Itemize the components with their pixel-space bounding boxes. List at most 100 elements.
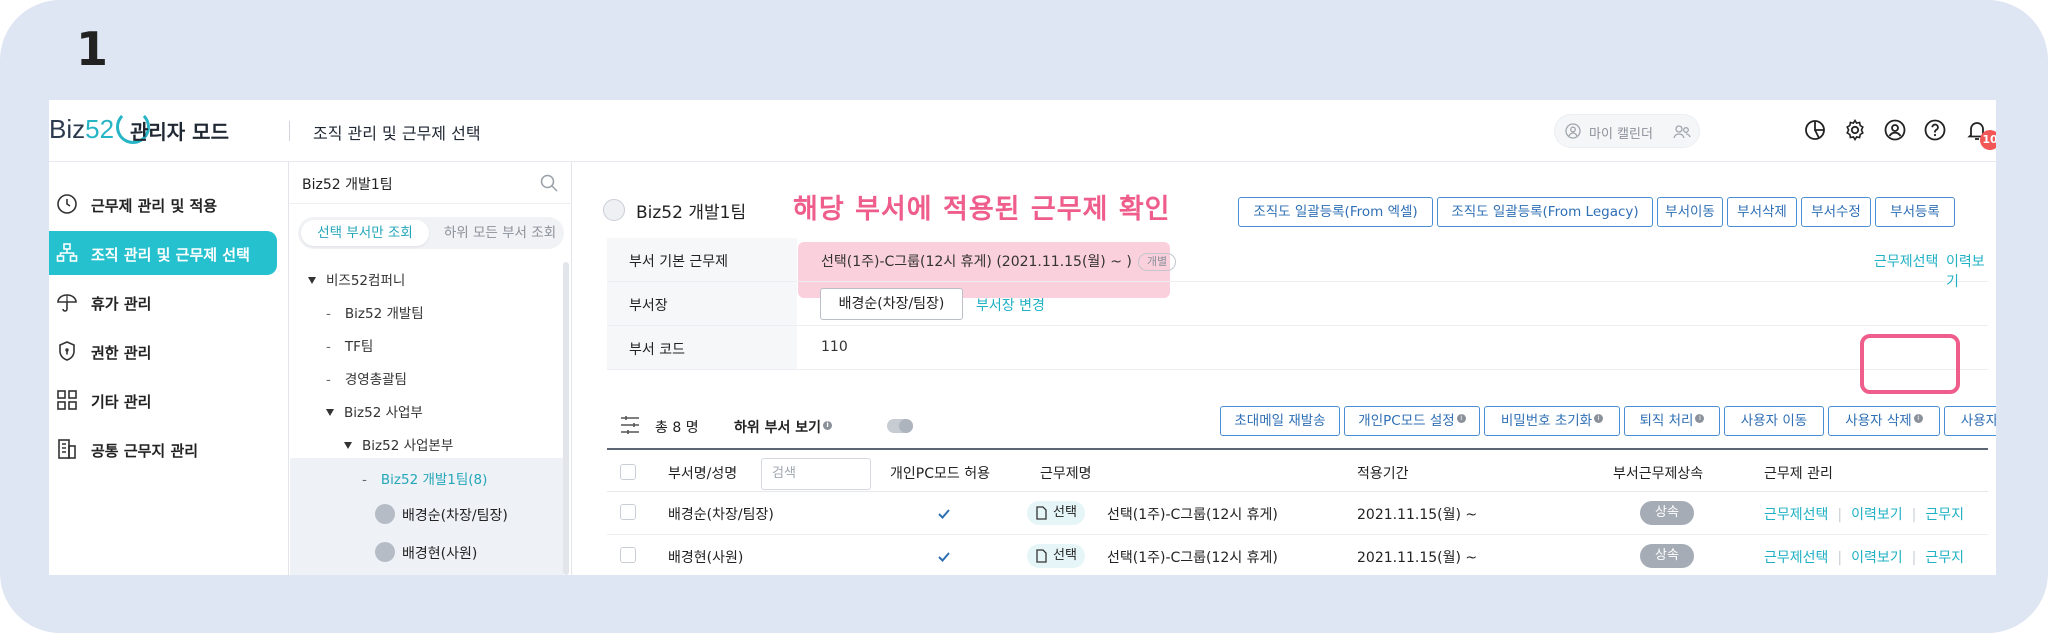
- pie-chart-icon[interactable]: [1803, 118, 1827, 142]
- top-bar: Biz52 관리자 모드 조직 관리 및 근무제 선택 마이 캘린더 10: [49, 100, 1996, 162]
- col-header-pc-mode: 개인PC모드 허용: [890, 466, 990, 482]
- sidebar-item-label: 기타 관리: [91, 393, 152, 411]
- info-row-code: 부서 코드 110: [607, 326, 1988, 370]
- filter-sliders-icon[interactable]: [619, 414, 641, 436]
- tree-node[interactable]: 비즈52컴퍼니: [308, 269, 405, 289]
- checkmark-icon[interactable]: [937, 507, 951, 521]
- default-work-value: 선택(1주)-C그룹(12시 휴게) (2021.11.15(월) ~ ) 개별: [821, 251, 1177, 271]
- tree-node-selected[interactable]: - Biz52 개발1팀(8): [362, 468, 487, 488]
- user-move-button[interactable]: 사용자 이동: [1724, 406, 1824, 436]
- dept-delete-button[interactable]: 부서삭제: [1727, 197, 1797, 227]
- tree-search-value: Biz52 개발1팀: [302, 177, 393, 193]
- grid-icon: [57, 390, 77, 410]
- account-icon[interactable]: [1883, 118, 1907, 142]
- name-search-input[interactable]: 검색: [761, 458, 871, 490]
- gear-icon[interactable]: [1843, 118, 1867, 142]
- tree-dash: -: [326, 339, 331, 355]
- sidebar-item-label: 공통 근무지 관리: [91, 442, 199, 460]
- tree-search-field[interactable]: Biz52 개발1팀: [290, 162, 572, 204]
- bulk-register-excel-button[interactable]: 조직도 일괄등록(From 엑셀): [1238, 197, 1433, 227]
- change-manager-link[interactable]: 부서장 변경: [976, 295, 1045, 315]
- dept-edit-button[interactable]: 부서수정: [1801, 197, 1871, 227]
- caret-down-icon: [308, 277, 316, 284]
- sidebar: 근무제 관리 및 적용 조직 관리 및 근무제 선택 휴가 관리 권한 관리 기…: [49, 162, 289, 575]
- app-window: Biz52 관리자 모드 조직 관리 및 근무제 선택 마이 캘린더 10 근무…: [49, 100, 1996, 575]
- history-link[interactable]: 이력보기: [1851, 507, 1903, 523]
- annotation-callout: 해당 부서에 적용된 근무제 확인: [793, 194, 1171, 225]
- info-icon: i: [1594, 414, 1604, 423]
- search-icon[interactable]: [540, 174, 558, 192]
- tree-person[interactable]: 배경현(사원): [402, 543, 477, 563]
- col-header-manage: 근무제 관리: [1764, 466, 1833, 482]
- dept-move-button[interactable]: 부서이동: [1657, 197, 1723, 227]
- select-work-link[interactable]: 근무제선택: [1764, 507, 1828, 523]
- retire-button[interactable]: 퇴직 처리 i: [1624, 406, 1720, 436]
- member-name[interactable]: 배경현(사원): [668, 547, 743, 567]
- tree-node[interactable]: - 경영총괄팀: [326, 368, 407, 388]
- select-all-checkbox[interactable]: [620, 464, 636, 480]
- clock-icon: [57, 194, 77, 214]
- tag-label: 선택: [1053, 505, 1077, 520]
- tree-node-label: 경영총괄팀: [344, 372, 407, 388]
- separator: |: [1911, 507, 1917, 523]
- inherit-badge: 상속: [1640, 501, 1694, 525]
- tree-node[interactable]: - Biz52 개발팀: [326, 302, 424, 322]
- info-key: 부서 기본 근무제: [629, 254, 729, 270]
- button-label: 개인PC모드 설정: [1358, 413, 1455, 429]
- workplace-link[interactable]: 근무지: [1925, 507, 1964, 523]
- member-name[interactable]: 배경순(차장/팀장): [668, 504, 774, 524]
- dept-code-value: 110: [821, 339, 848, 355]
- sidebar-item-workplace[interactable]: 공통 근무지 관리: [49, 427, 277, 471]
- tree-scrollbar[interactable]: [563, 262, 569, 575]
- tree-node-label: Biz52 사업부: [344, 405, 423, 421]
- row-checkbox[interactable]: [620, 504, 636, 520]
- manager-chip[interactable]: 배경순(차장/팀장): [820, 288, 963, 320]
- highlight-ring: [1860, 334, 1960, 394]
- logo[interactable]: Biz52: [49, 114, 114, 145]
- tree-node-label: Biz52 개발팀: [344, 306, 424, 322]
- tree-person[interactable]: 배경순(차장/팀장): [402, 505, 508, 525]
- sub-dept-toggle[interactable]: [887, 419, 913, 433]
- resend-invite-button[interactable]: 초대메일 재발송: [1220, 406, 1340, 436]
- sidebar-item-vacation[interactable]: 휴가 관리: [49, 280, 277, 324]
- my-calendar-label: 마이 캘린더: [1589, 127, 1653, 142]
- sub-dept-text: 하위 부서 보기: [734, 420, 822, 436]
- my-calendar-button[interactable]: 마이 캘린더: [1554, 114, 1700, 148]
- dept-register-button[interactable]: 부서등록: [1875, 197, 1955, 227]
- scope-all-sub[interactable]: 하위 모든 부서 조회: [438, 220, 562, 246]
- sidebar-item-permission[interactable]: 권한 관리: [49, 329, 277, 373]
- user-register-button[interactable]: 사용자 등록: [1944, 406, 1996, 436]
- info-row-manager: 부서장 배경순(차장/팀장) 부서장 변경: [607, 282, 1988, 326]
- help-icon[interactable]: [1923, 118, 1947, 142]
- tag-label: 선택: [1053, 548, 1077, 563]
- slide-frame: 1 Biz52 관리자 모드 조직 관리 및 근무제 선택 마이 캘린더 10: [0, 0, 2048, 633]
- tree-node[interactable]: Biz52 사업본부: [344, 434, 453, 454]
- user-delete-button[interactable]: 사용자 삭제 i: [1828, 406, 1940, 436]
- checkmark-icon[interactable]: [937, 550, 951, 564]
- scope-selected-only[interactable]: 선택 부서만 조회: [301, 220, 429, 246]
- workplace-link[interactable]: 근무지: [1925, 550, 1964, 566]
- team-title: Biz52 개발1팀: [636, 203, 747, 223]
- avatar: [375, 504, 395, 524]
- info-icon: i: [1456, 414, 1466, 423]
- info-row-default-work: 부서 기본 근무제 선택(1주)-C그룹(12시 휴게) (2021.11.15…: [607, 238, 1988, 290]
- app-title: 관리자 모드: [130, 120, 229, 144]
- table-row: 배경현(사원) 선택 선택(1주)-C그룹(12시 휴게) 2021.11.15…: [607, 535, 1988, 575]
- sidebar-item-org[interactable]: 조직 관리 및 근무제 선택: [49, 231, 277, 275]
- select-work-link[interactable]: 근무제선택: [1764, 550, 1828, 566]
- info-icon: i: [1695, 414, 1705, 423]
- tree-node[interactable]: Biz52 사업부: [326, 401, 423, 421]
- select-work-link[interactable]: 근무제선택: [1874, 251, 1938, 271]
- info-key-cell: 부서 기본 근무제: [607, 238, 797, 281]
- history-link[interactable]: 이력보기: [1851, 550, 1903, 566]
- tree-node[interactable]: - TF팀: [326, 335, 373, 355]
- tree-node-label: Biz52 개발1팀(8): [380, 472, 488, 488]
- notification-badge: 10: [1980, 130, 1996, 150]
- bulk-register-legacy-button[interactable]: 조직도 일괄등록(From Legacy): [1437, 197, 1653, 227]
- tree-node-label: TF팀: [344, 339, 374, 355]
- row-checkbox[interactable]: [620, 547, 636, 563]
- sidebar-item-etc[interactable]: 기타 관리: [49, 378, 277, 422]
- sidebar-item-work-system[interactable]: 근무제 관리 및 적용: [49, 182, 277, 226]
- reset-password-button[interactable]: 비밀번호 초기화 i: [1484, 406, 1620, 436]
- pc-mode-setting-button[interactable]: 개인PC모드 설정 i: [1344, 406, 1480, 436]
